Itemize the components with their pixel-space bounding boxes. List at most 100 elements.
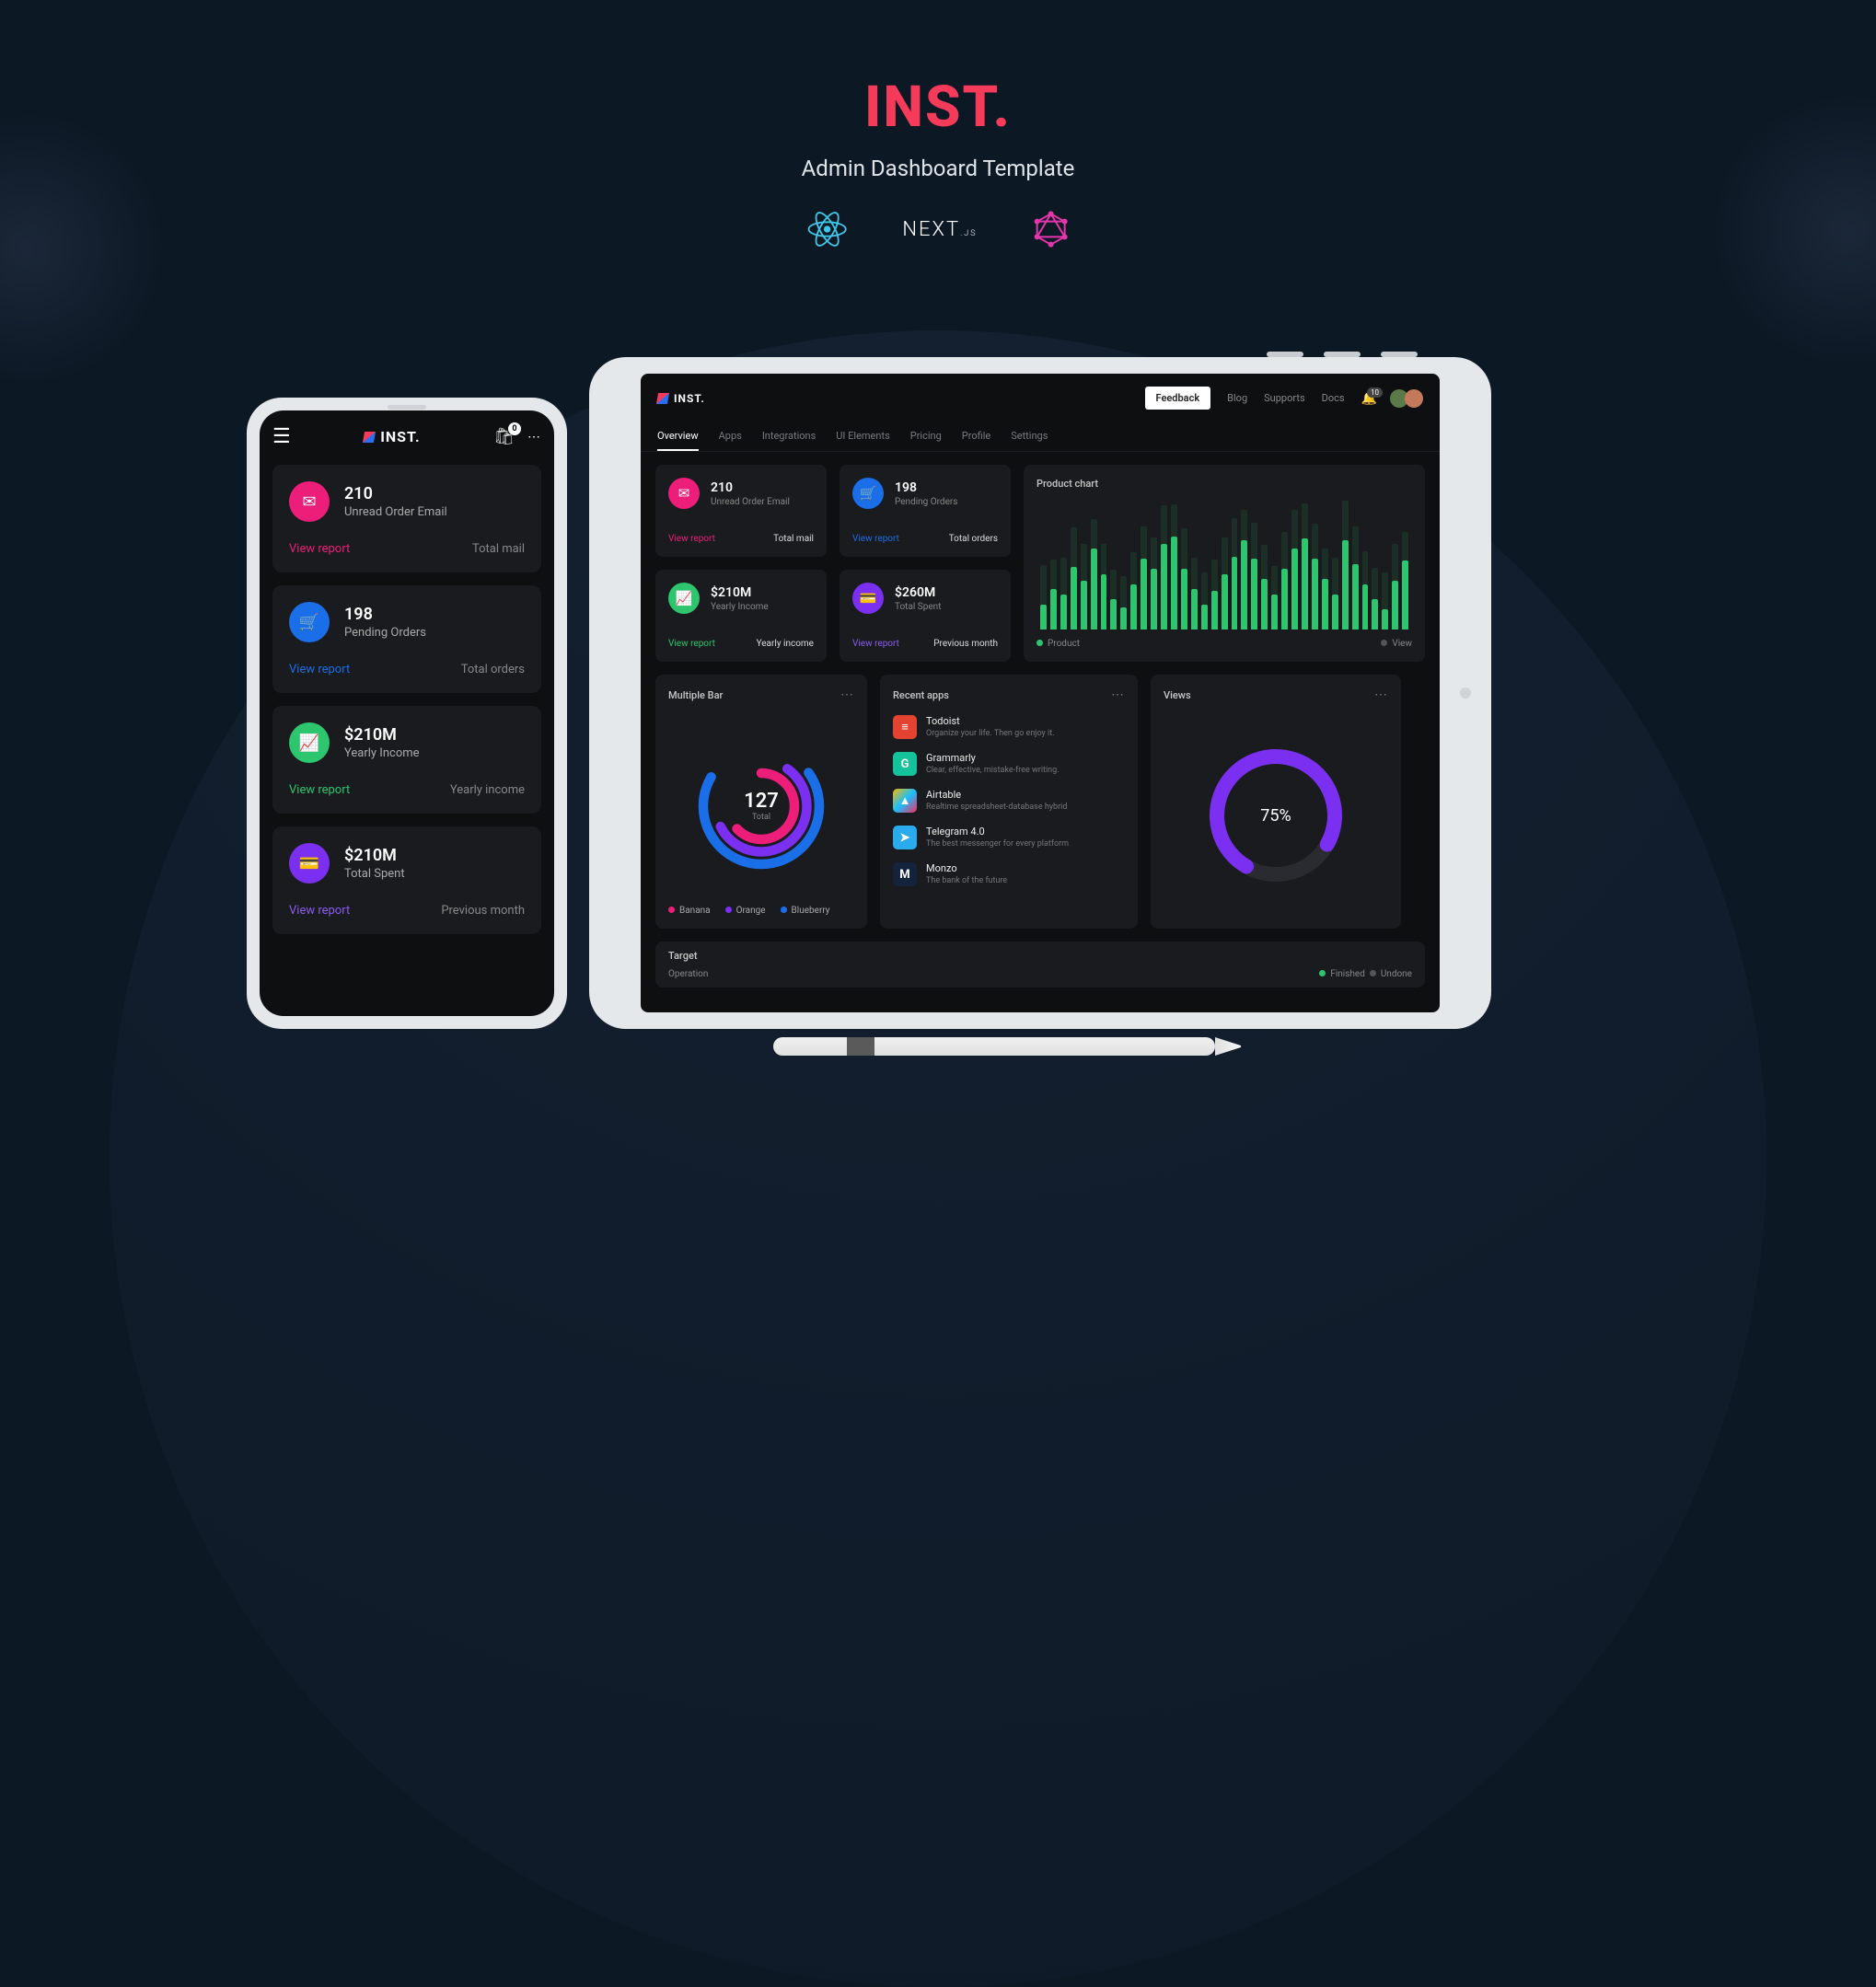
bg-glow-left (0, 110, 166, 387)
view-report-link[interactable]: View report (289, 542, 350, 556)
app-row[interactable]: M Monzo The bank of the future (893, 862, 1125, 886)
app-desc: Clear, effective, mistake-free writing. (926, 766, 1060, 775)
nav-docs[interactable]: Docs (1322, 392, 1345, 404)
app-icon: M (893, 862, 917, 886)
app-row[interactable]: ≡ Todoist Organize your life. Then go enjo… (893, 715, 1125, 739)
app-name: Telegram 4.0 (926, 826, 1069, 838)
more-icon[interactable]: ⋯ (1111, 687, 1125, 702)
bg-glow-right (1710, 92, 1876, 368)
stat-right: Yearly income (757, 639, 814, 649)
app-name: Todoist (926, 715, 1055, 727)
view-report-link[interactable]: View report (852, 534, 899, 544)
legend-product: Product (1036, 639, 1080, 649)
multiple-bar-card: Multiple Bar⋯ 127Total Banana Orange Blu… (655, 675, 867, 929)
tab-overview[interactable]: Overview (657, 422, 699, 451)
app-icon: ≡ (893, 715, 917, 739)
stat-value: $210M (344, 725, 420, 745)
stat-right: Previous month (933, 639, 998, 649)
chart-title: Product chart (1036, 478, 1412, 490)
bar-chart (1036, 499, 1412, 630)
product-chart-card: Product chart Product View (1024, 465, 1425, 662)
phone-device: ☰ INST. 🛍0 ⋯ ✉210Unread Order EmailView … (247, 398, 567, 1029)
nav-supports[interactable]: Supports (1264, 392, 1305, 404)
nav-blog[interactable]: Blog (1227, 392, 1247, 404)
card-title: Target (668, 950, 1412, 962)
view-report-link[interactable]: View report (289, 904, 350, 918)
card-title: Views (1164, 689, 1191, 701)
view-report-link[interactable]: View report (289, 663, 350, 676)
tablet-device: INST. Feedback Blog Supports Docs 🔔10 Ov… (589, 357, 1491, 1029)
phone-stat-card: 🛒198Pending OrdersView reportTotal order… (272, 585, 541, 693)
more-icon[interactable]: ⋯ (840, 687, 854, 702)
app-desc: The best messenger for every platform (926, 839, 1069, 849)
stat-value: $210M (711, 585, 769, 600)
app-name: Monzo (926, 862, 1007, 874)
more-icon[interactable]: ⋯ (527, 430, 541, 445)
stat-icon: 📈 (289, 722, 330, 763)
tablet-hw-buttons (1267, 352, 1418, 357)
donut-sub: Total (744, 813, 779, 822)
stat-right: Previous month (441, 904, 525, 918)
app-name: Grammarly (926, 752, 1060, 764)
tab-apps[interactable]: Apps (719, 422, 742, 451)
app-desc: Organize your life. Then go enjoy it. (926, 729, 1055, 738)
stat-icon: 🛒 (289, 602, 330, 642)
stat-value: $260M (895, 585, 941, 600)
menu-icon[interactable]: ☰ (272, 425, 291, 448)
app-desc: The bank of the future (926, 876, 1007, 885)
tab-pricing[interactable]: Pricing (910, 422, 942, 451)
stat-pending-orders: 🛒198Pending Orders View reportTotal orde… (840, 465, 1011, 557)
app-icon: ➤ (893, 826, 917, 849)
app-row[interactable]: ➤ Telegram 4.0The best messenger for ever… (893, 826, 1125, 849)
legend-view: View (1381, 639, 1412, 649)
hero-subtitle: Admin Dashboard Template (802, 156, 1075, 181)
target-operation: Operation (668, 969, 708, 979)
shopping-bag-icon[interactable]: 🛍0 (493, 427, 515, 446)
tablet-tabs: Overview Apps Integrations UI Elements P… (641, 422, 1440, 452)
view-report-link[interactable]: View report (852, 639, 899, 649)
stat-unread-email: ✉210Unread Order Email View reportTotal … (655, 465, 827, 557)
app-row[interactable]: ▲AirtableRealtime spreadsheet-database h… (893, 789, 1125, 813)
tab-profile[interactable]: Profile (962, 422, 990, 451)
phone-stat-card: 📈 $210MYearly Income View report Yearly inc… (272, 706, 541, 814)
stat-label: Total Spent (344, 867, 405, 881)
legend-blueberry: Blueberry (781, 906, 830, 916)
stat-total-spent: 💳$260MTotal Spent View reportPrevious mo… (840, 570, 1011, 662)
notification-bell-icon[interactable]: 🔔10 (1361, 391, 1377, 406)
stat-label: Pending Orders (895, 497, 957, 507)
stat-value: 198 (895, 480, 957, 495)
app-desc: Realtime spreadsheet-database hybrid (926, 803, 1067, 812)
nextjs-logo: NEXT.JS (902, 218, 977, 241)
views-percent: 75% (1260, 806, 1291, 826)
stat-right: Total mail (472, 542, 525, 556)
tab-settings[interactable]: Settings (1011, 422, 1048, 451)
target-card: Target Operation Finished Undone (655, 942, 1425, 988)
feedback-button[interactable]: Feedback (1145, 387, 1211, 410)
tablet-header: INST. Feedback Blog Supports Docs 🔔10 (641, 374, 1440, 422)
phone-screen: ☰ INST. 🛍0 ⋯ ✉210Unread Order EmailView … (260, 410, 554, 1016)
view-report-link[interactable]: View report (668, 534, 715, 544)
tab-ui-elements[interactable]: UI Elements (836, 422, 889, 451)
stat-value: 210 (711, 480, 790, 495)
view-report-link[interactable]: View report (668, 639, 715, 649)
more-icon[interactable]: ⋯ (1374, 687, 1388, 702)
hero-section: INST. Admin Dashboard Template NEXT.JS (802, 74, 1075, 249)
app-name: Airtable (926, 789, 1067, 801)
stat-label: Yearly Income (344, 746, 420, 760)
stat-value: $210M (344, 846, 405, 865)
view-report-link[interactable]: View report (289, 783, 350, 797)
user-avatars[interactable] (1394, 389, 1423, 408)
stat-right: Yearly income (450, 783, 525, 797)
tablet-screen: INST. Feedback Blog Supports Docs 🔔10 Ov… (641, 374, 1440, 1012)
stat-label: Yearly Income (711, 602, 769, 612)
card-title: Multiple Bar (668, 689, 723, 701)
donut-value: 127 (744, 790, 779, 813)
app-row[interactable]: GGrammarlyClear, effective, mistake-free… (893, 752, 1125, 776)
tab-integrations[interactable]: Integrations (762, 422, 816, 451)
bag-badge: 0 (508, 422, 521, 435)
brand-logo[interactable]: INST. (657, 392, 705, 405)
stat-yearly-income: 📈$210MYearly Income View reportYearly in… (655, 570, 827, 662)
brand-logo[interactable]: INST. (364, 428, 420, 445)
stat-label: Total Spent (895, 602, 941, 612)
target-legend: Finished Undone (1319, 969, 1412, 979)
